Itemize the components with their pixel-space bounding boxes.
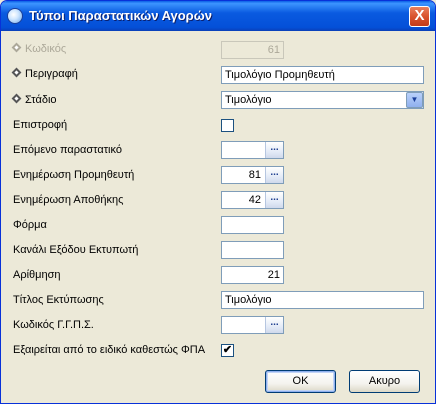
warehouse-update-field[interactable]: 42 ... xyxy=(221,191,284,209)
form-field[interactable] xyxy=(221,216,284,234)
printer-channel-label: Κανάλι Εξόδου Εκτυπωτή xyxy=(13,244,139,256)
form-label: Φόρμα xyxy=(13,219,47,231)
check-icon: ✔ xyxy=(222,344,233,356)
gps-code-label: Κωδικός Γ.Γ.Π.Σ. xyxy=(13,319,94,331)
next-document-label: Επόμενο παραστατικό xyxy=(13,144,122,156)
code-field: 61 xyxy=(221,41,284,59)
vat-exempt-label: Εξαιρείται από το ειδικό καθεστώς ΦΠΑ xyxy=(13,344,206,356)
required-field-icon xyxy=(11,93,22,104)
printer-channel-field[interactable] xyxy=(221,241,284,259)
return-label: Επιστροφή xyxy=(13,119,68,131)
lookup-icon[interactable]: ... xyxy=(265,167,283,183)
description-field[interactable]: Τιμολόγιο Προμηθευτή xyxy=(221,66,424,84)
dialog-window: Τύποι Παραστατικών Αγορών X Κωδικός 61 Π… xyxy=(0,0,436,404)
close-button[interactable]: X xyxy=(409,6,430,27)
stage-value: Τιμολόγιο xyxy=(225,94,272,106)
title-bar[interactable]: Τύποι Παραστατικών Αγορών X xyxy=(1,1,435,31)
cancel-button[interactable]: Ακυρο xyxy=(349,370,420,393)
supplier-update-label: Ενημέρωση Προμηθευτή xyxy=(13,169,135,181)
stage-label: Στάδιο xyxy=(11,93,57,106)
supplier-update-value: 81 xyxy=(248,169,261,181)
stage-select[interactable]: Τιμολόγιο ▼ xyxy=(221,91,424,109)
lookup-icon[interactable]: ... xyxy=(265,317,283,333)
chevron-down-icon[interactable]: ▼ xyxy=(406,92,423,108)
ok-button[interactable]: OK xyxy=(265,370,336,393)
gps-code-field[interactable]: ... xyxy=(221,316,284,334)
app-icon xyxy=(7,8,23,24)
return-checkbox[interactable] xyxy=(221,119,234,132)
warehouse-update-value: 42 xyxy=(248,194,261,206)
numbering-label: Αρίθμηση xyxy=(13,269,61,281)
supplier-update-field[interactable]: 81 ... xyxy=(221,166,284,184)
lookup-icon[interactable]: ... xyxy=(265,142,283,158)
print-title-field[interactable]: Τιμολόγιο xyxy=(221,291,424,309)
lookup-icon[interactable]: ... xyxy=(265,192,283,208)
print-title-label: Τίτλος Εκτύπωσης xyxy=(13,294,104,306)
vat-exempt-checkbox[interactable]: ✔ xyxy=(221,344,234,357)
numbering-field[interactable]: 21 xyxy=(221,266,284,284)
next-document-field[interactable]: ... xyxy=(221,141,284,159)
required-field-icon xyxy=(11,67,22,78)
window-title: Τύποι Παραστατικών Αγορών xyxy=(29,8,212,23)
description-label: Περιγραφή xyxy=(11,67,78,80)
warehouse-update-label: Ενημέρωση Αποθήκης xyxy=(13,194,124,206)
required-field-icon xyxy=(11,42,22,53)
code-label: Κωδικός xyxy=(11,42,66,55)
